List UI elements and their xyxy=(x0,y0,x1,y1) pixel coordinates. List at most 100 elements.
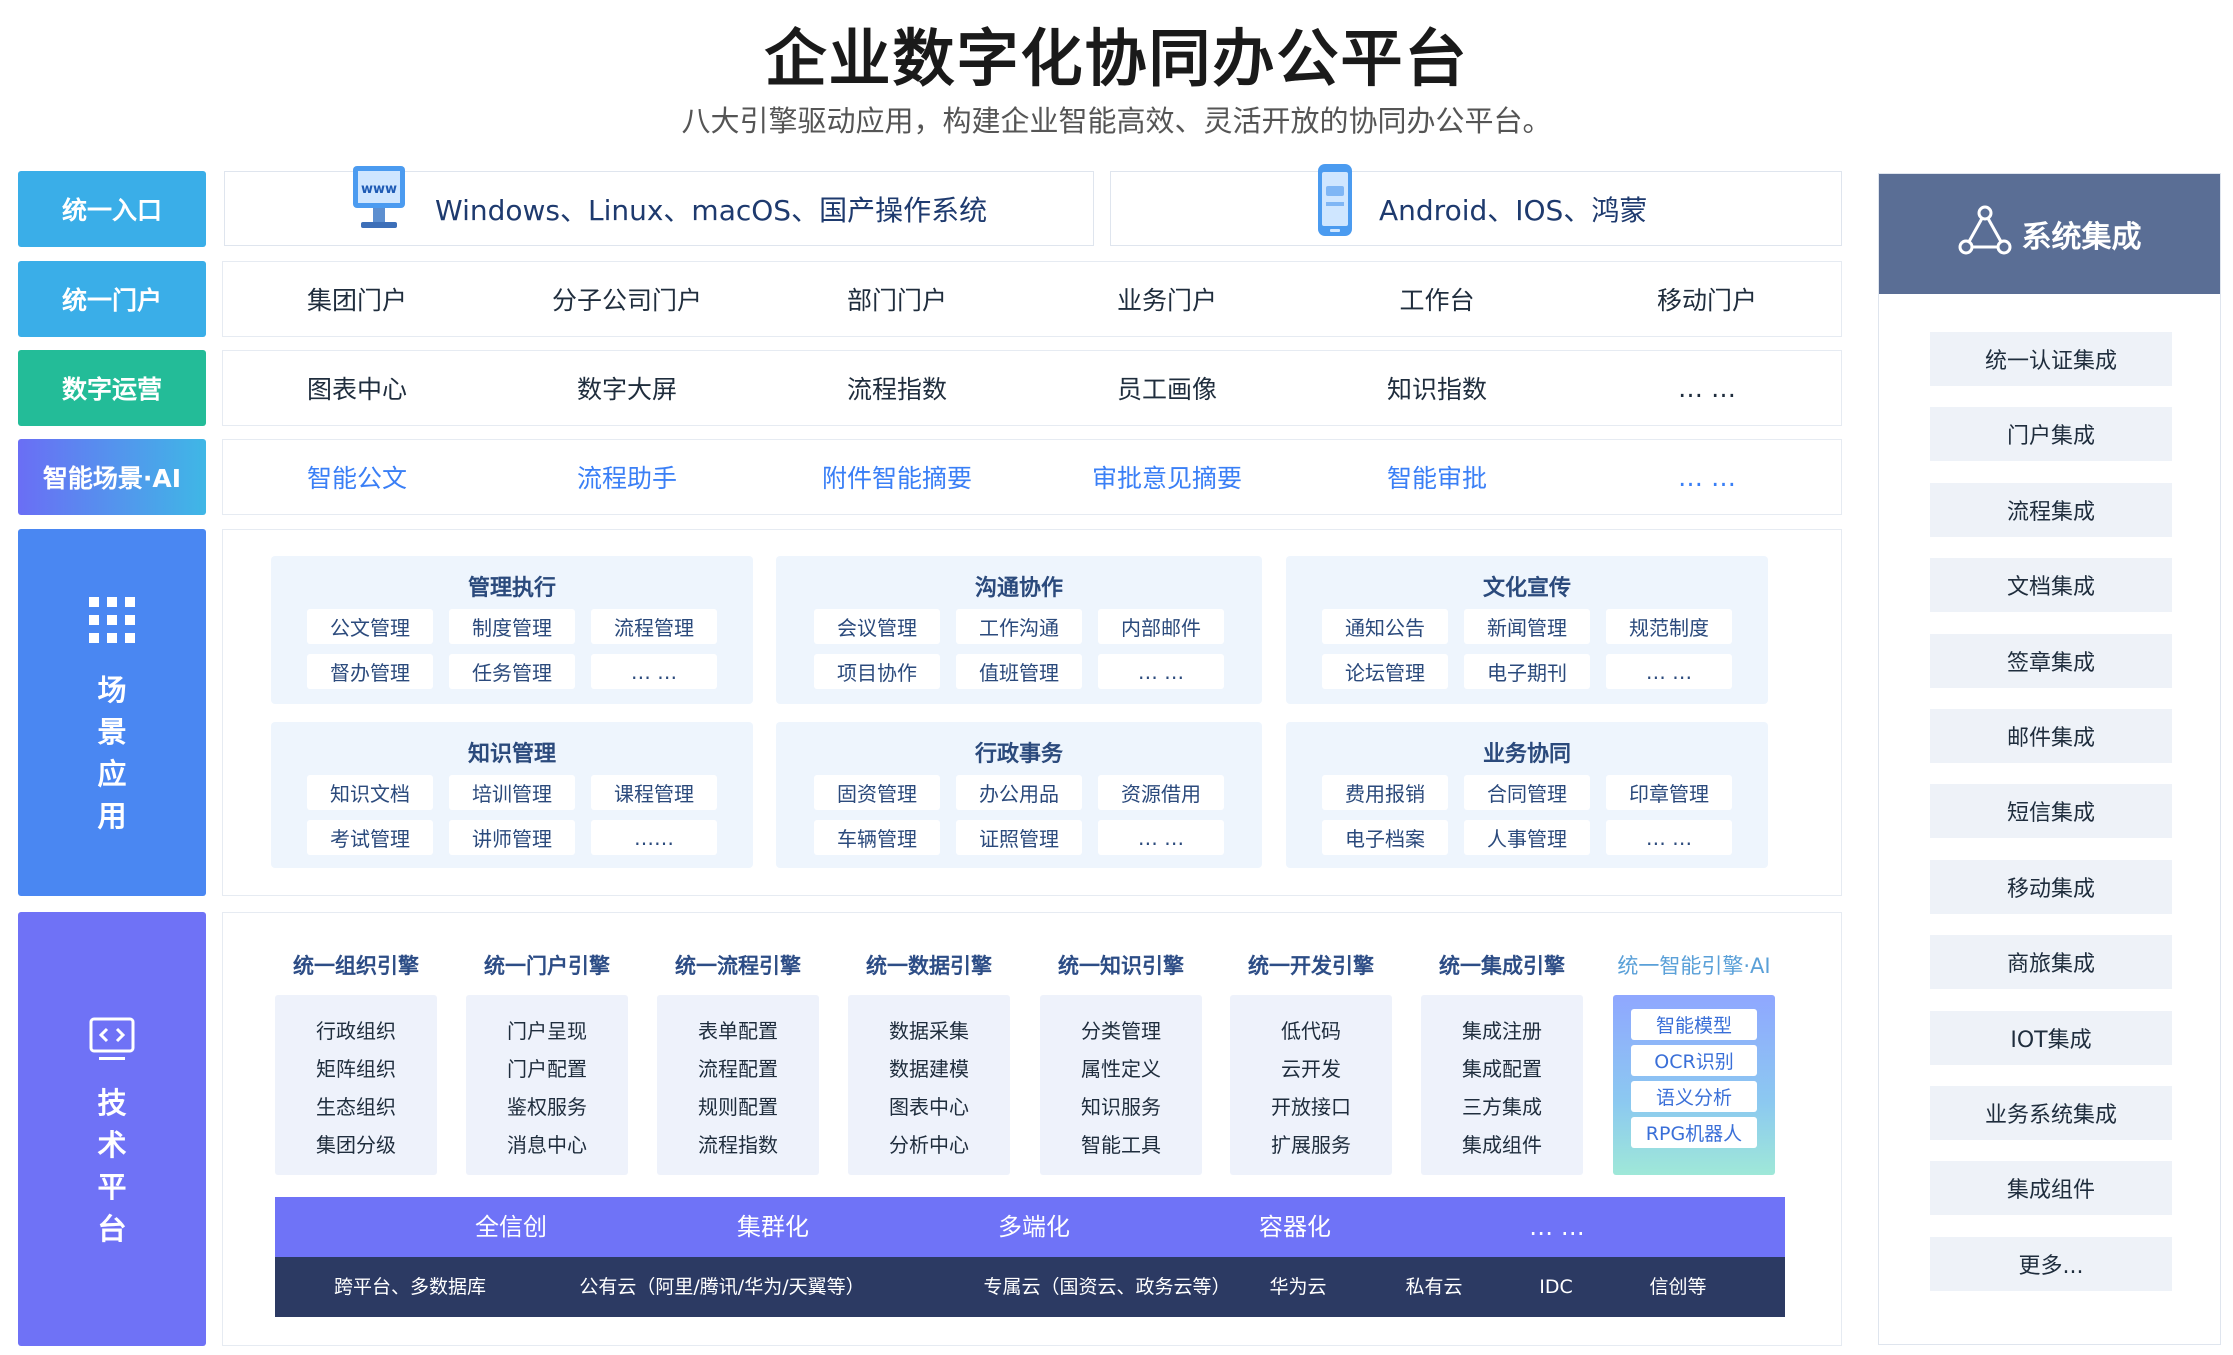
digital-item: 图表中心 xyxy=(306,375,407,404)
digital-item: 数字大屏 xyxy=(576,375,677,404)
engine-title: 统一集成引擎 xyxy=(1439,954,1565,978)
integration-title: 系统集成 xyxy=(2021,220,2142,255)
mobile-phone-icon xyxy=(1314,160,1360,242)
integration-item: 邮件集成 xyxy=(1930,709,2172,763)
engine-item: 规则配置 xyxy=(698,1095,778,1119)
deployment-feature: 容器化 xyxy=(1259,1213,1331,1241)
network-triangle-icon xyxy=(1958,205,2012,263)
integration-panel: 系统集成 统一认证集成 门户集成 流程集成 文档集成 签章集成 邮件集成 短信集成 移动集成商… xyxy=(1878,173,2221,1345)
entry-desktop: www Windows、Linux、macOS、国产操作系统 xyxy=(224,166,1094,246)
scene-item: 讲师管理 xyxy=(449,820,575,855)
portal-item: 工作台 xyxy=(1399,286,1475,315)
engine-item: 集成组件 xyxy=(1462,1133,1542,1157)
deployment-environment: 专属云（国资云、政务云等） xyxy=(983,1276,1231,1298)
engine-item: 智能工具 xyxy=(1081,1133,1161,1157)
portal-item: 部门门户 xyxy=(846,286,947,315)
scene-item: … … xyxy=(1606,654,1732,689)
integration-header: 系统集成 xyxy=(1879,174,2220,294)
tech-label-char: 技 xyxy=(97,1086,127,1120)
scene-item: 课程管理 xyxy=(591,775,717,810)
scene-item: 车辆管理 xyxy=(814,820,940,855)
entry-desktop-text: Windows、Linux、macOS、国产操作系统 xyxy=(435,193,988,227)
www-monitor-icon: www xyxy=(349,162,409,242)
engine-box: 智能模型 OCR识别 语义分析 RPG机器人 xyxy=(1613,995,1775,1175)
engine-title: 统一门户引擎 xyxy=(484,954,610,978)
scene-item: 考试管理 xyxy=(307,820,433,855)
integration-item: 业务系统集成 xyxy=(1930,1086,2172,1140)
portal-item: 移动门户 xyxy=(1656,286,1757,315)
scene-item: 项目协作 xyxy=(814,654,940,689)
engine-item: 集成配置 xyxy=(1462,1057,1542,1081)
scene-item: … … xyxy=(1098,654,1224,689)
integration-item: 统一认证集成 xyxy=(1930,332,2172,386)
scene-item: 论坛管理 xyxy=(1322,654,1448,689)
engine-item: 扩展服务 xyxy=(1271,1133,1351,1157)
engine-item: RPG机器人 xyxy=(1631,1117,1757,1148)
engine-item: 知识服务 xyxy=(1081,1095,1161,1119)
scene-group: 业务协同 费用报销 合同管理 印章管理 电子档案 人事管理 … … xyxy=(1286,722,1768,868)
deployment-environment: IDC xyxy=(1539,1276,1573,1298)
scene-item: 证照管理 xyxy=(956,820,1082,855)
scene-group-title: 管理执行 xyxy=(467,576,556,601)
engine-box: 门户呈现 门户配置 鉴权服务 消息中心 xyxy=(466,995,628,1175)
portal-item: 分子公司门户 xyxy=(551,286,702,315)
engine-box: 表单配置流程配置规则配置流程指数 xyxy=(657,995,819,1175)
code-monitor-icon xyxy=(89,1017,135,1069)
deployment-feature: 全信创 xyxy=(475,1213,547,1241)
digital-item: … … xyxy=(1678,373,1736,403)
engine-item: 表单配置 xyxy=(698,1019,778,1043)
ai-row: 智能公文 流程助手 附件智能摘要 审批意见摘要 智能审批 … … xyxy=(222,439,1842,515)
scene-group: 文化宣传 通知公告 新闻管理 规范制度 论坛管理 电子期刊 … … xyxy=(1286,556,1768,704)
deployment-environments-bar: 跨平台、多数据库 公有云（阿里/腾讯/华为/天翼等） 专属云（国资云、政务云等） 华为… xyxy=(275,1257,1785,1317)
scene-group-title: 业务协同 xyxy=(1482,742,1571,767)
engine-box: 行政组织 矩阵组织 生态组织 集团分级 xyxy=(275,995,437,1175)
scene-item: 规范制度 xyxy=(1606,609,1732,644)
scene-item: 督办管理 xyxy=(307,654,433,689)
digital-item: 员工画像 xyxy=(1116,375,1217,404)
scene-item: 费用报销 xyxy=(1322,775,1448,810)
engine-item: 消息中心 xyxy=(507,1133,587,1157)
engine-item: 分析中心 xyxy=(889,1133,969,1157)
scene-item: 人事管理 xyxy=(1464,820,1590,855)
engine-item: 数据建模 xyxy=(889,1057,969,1081)
scene-item: 印章管理 xyxy=(1606,775,1732,810)
portal-item: 集团门户 xyxy=(306,286,407,315)
tech-label-char: 台 xyxy=(97,1212,127,1246)
scene-item: 办公用品 xyxy=(956,775,1082,810)
engine-title: 统一流程引擎 xyxy=(675,954,801,978)
row-label-ai: 智能场景·AI xyxy=(18,439,206,515)
scene-group: 知识管理 知识文档 培训管理 课程管理 考试管理 讲师管理 …… xyxy=(271,722,753,868)
integration-item: 商旅集成 xyxy=(1930,935,2172,990)
svg-text:www: www xyxy=(361,182,397,197)
scene-group: 沟通协作 会议管理 工作沟通 内部邮件 项目协作 值班管理 … … xyxy=(776,556,1262,704)
deployment-environment: 信创等 xyxy=(1649,1276,1707,1298)
scene-item: 制度管理 xyxy=(449,609,575,644)
engine-item: 流程指数 xyxy=(698,1133,778,1157)
scene-label: 场 景 应 用 xyxy=(18,529,206,896)
scene-item: 电子期刊 xyxy=(1464,654,1590,689)
grid-dots-icon xyxy=(89,597,135,649)
scene-group-title: 文化宣传 xyxy=(1482,576,1571,601)
scene-label-char: 景 xyxy=(97,715,127,749)
scene-group-title: 沟通协作 xyxy=(974,576,1063,601)
engine-item: 图表中心 xyxy=(889,1095,969,1119)
row-label-portal: 统一门户 xyxy=(18,261,206,337)
engine-box: 数据采集 数据建模 图表中心 分析中心 xyxy=(848,995,1010,1175)
ai-item: 审批意见摘要 xyxy=(1091,464,1242,493)
scene-item: 固资管理 xyxy=(814,775,940,810)
deployment-environment: 公有云（阿里/腾讯/华为/天翼等） xyxy=(579,1276,865,1298)
engine-item: 流程配置 xyxy=(698,1057,778,1081)
scene-group: 行政事务 固资管理 办公用品 资源借用 车辆管理 证照管理 … … xyxy=(776,722,1262,868)
page-subtitle: 八大引擎驱动应用，构建企业智能高效、灵活开放的协同办公平台。 xyxy=(681,104,1552,138)
engine-item: 矩阵组织 xyxy=(316,1057,396,1081)
digital-item: 知识指数 xyxy=(1386,375,1487,404)
engine-item: 云开发 xyxy=(1281,1057,1341,1081)
engine-title: 统一数据引擎 xyxy=(866,954,992,978)
scene-item: 值班管理 xyxy=(956,654,1082,689)
scene-item: …… xyxy=(591,820,717,855)
ai-item: 智能审批 xyxy=(1386,464,1487,493)
tech-label-char: 术 xyxy=(97,1128,127,1162)
engine-item: 门户呈现 xyxy=(507,1019,587,1043)
scene-item: 电子档案 xyxy=(1322,820,1448,855)
integration-item: IOT集成 xyxy=(1930,1010,2172,1065)
